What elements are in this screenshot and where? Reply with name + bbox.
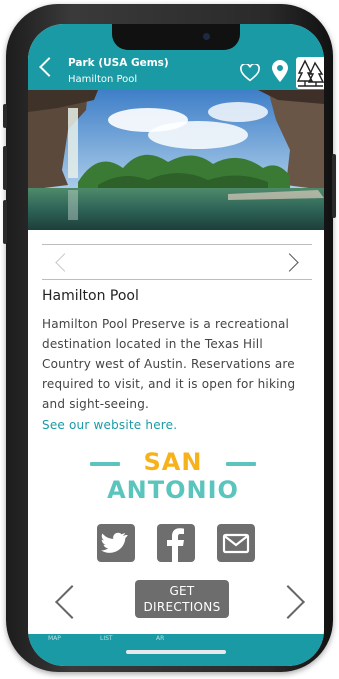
phone-frame: Park (USA Gems) Hamilton Pool Hamilton P…	[3, 4, 336, 672]
volume-down-button	[3, 200, 7, 244]
tab-ar[interactable]: AR	[156, 635, 164, 642]
notch	[112, 24, 240, 50]
san-antonio-logo: SAN ANTONIO	[88, 446, 258, 508]
header-title: Park (USA Gems)	[68, 57, 169, 69]
place-description: Hamilton Pool Preserve is a recreational…	[42, 317, 296, 411]
next-place-chevron-icon[interactable]	[271, 585, 305, 619]
directions-label-1: GET	[169, 584, 195, 598]
facebook-icon[interactable]	[157, 524, 195, 562]
place-title: Hamilton Pool	[42, 288, 139, 304]
place-photo	[28, 90, 324, 230]
map-pin-icon[interactable]	[272, 60, 288, 82]
directions-label-2: DIRECTIONS	[143, 600, 221, 614]
mute-switch	[3, 104, 7, 128]
heart-icon[interactable]	[240, 64, 260, 82]
volume-up-button	[3, 146, 7, 190]
power-button	[332, 154, 336, 218]
trees-logo-icon	[296, 57, 324, 89]
twitter-icon[interactable]	[97, 524, 135, 562]
mail-icon[interactable]	[217, 524, 255, 562]
home-indicator	[126, 650, 226, 654]
website-link[interactable]: See our website here.	[42, 418, 177, 432]
image-slider	[42, 244, 312, 280]
get-directions-button[interactable]: GET DIRECTIONS	[135, 580, 229, 618]
logo-line-1: SAN	[143, 448, 203, 476]
logo-line-2: ANTONIO	[107, 476, 239, 504]
camera-icon	[203, 33, 210, 40]
prev-place-chevron-icon[interactable]	[55, 585, 89, 619]
screen: Park (USA Gems) Hamilton Pool Hamilton P…	[28, 24, 324, 666]
header-subtitle: Hamilton Pool	[68, 74, 138, 85]
chevron-left-icon[interactable]	[39, 57, 59, 77]
slider-prev-chevron-icon[interactable]	[55, 253, 74, 272]
tab-list[interactable]: LIST	[100, 635, 113, 642]
tab-map[interactable]: MAP	[48, 635, 61, 642]
slider-next-chevron-icon[interactable]	[280, 253, 299, 272]
